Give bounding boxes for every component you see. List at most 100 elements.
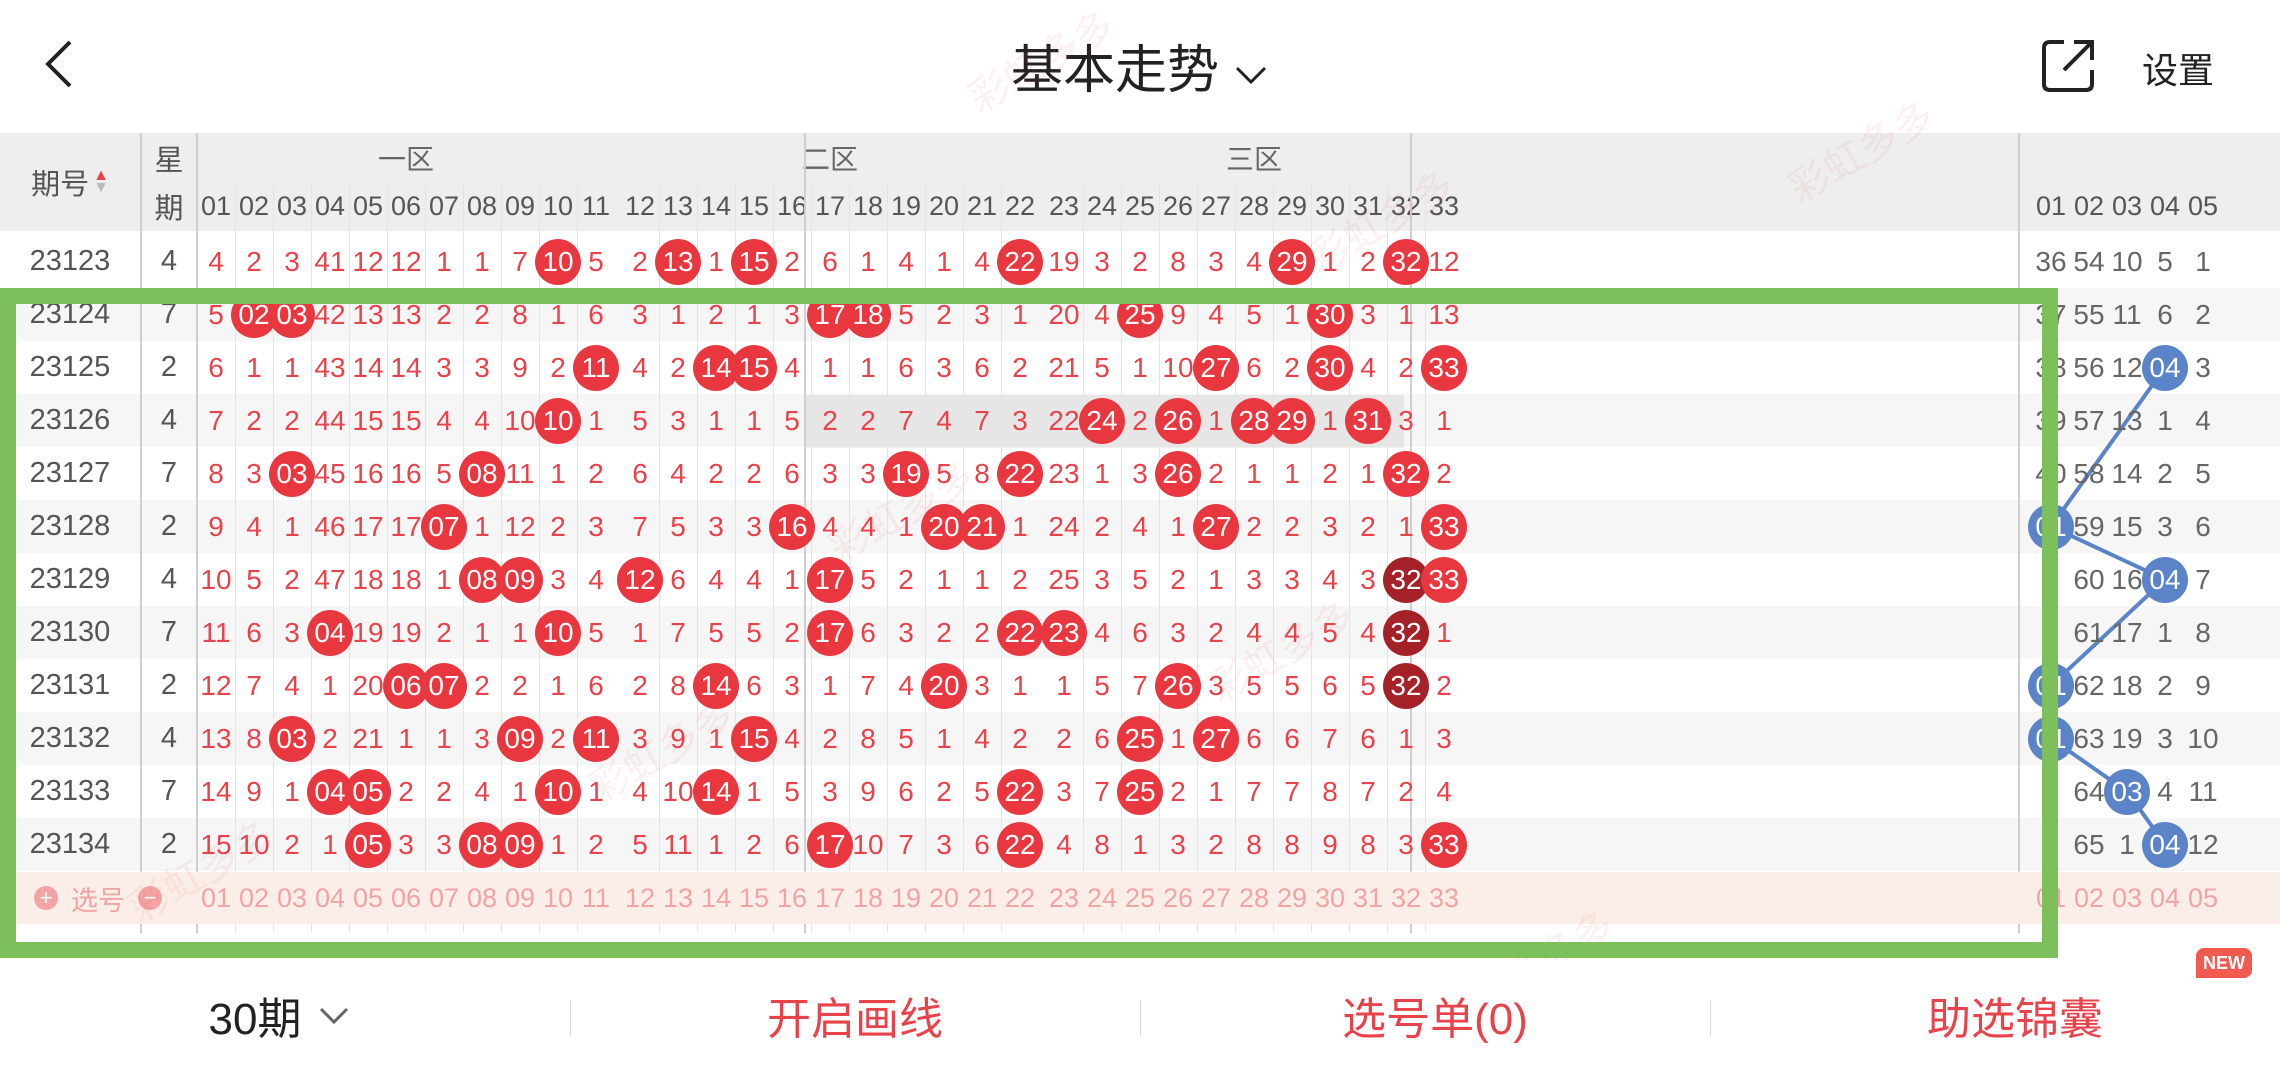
omission-value: 8 [1246, 828, 1262, 860]
issue-column-header[interactable]: 期号 ▲ ▼ [0, 133, 140, 231]
pick-number[interactable]: 18 [849, 872, 887, 924]
drawn-number-ball: 27 [1193, 344, 1239, 391]
pick-number[interactable]: 16 [773, 872, 811, 924]
draw-line-button[interactable]: 开启画线 [700, 980, 1010, 1050]
pick-number[interactable]: 04 [2146, 872, 2184, 924]
omission-value: 2 [1170, 775, 1186, 807]
drawn-number-ball: 22 [997, 821, 1043, 868]
pick-number[interactable]: 07 [425, 872, 463, 924]
number-header: 06 [390, 190, 422, 221]
pick-number[interactable]: 30 [1311, 872, 1349, 924]
pick-number[interactable]: 03 [2108, 872, 2146, 924]
omission-value: 8 [670, 669, 686, 701]
omission-value: 6 [784, 457, 800, 489]
omission-value: 5 [1360, 669, 1376, 701]
omission-value: 14 [390, 351, 422, 383]
omission-value: 7 [1132, 669, 1148, 701]
omission-value: 3 [1360, 563, 1376, 595]
omission-value: 4 [708, 563, 724, 595]
omission-value: 1 [1012, 298, 1028, 330]
omission-value: 21 [352, 722, 384, 754]
omission-value: 3 [398, 828, 414, 860]
pick-number[interactable]: 29 [1273, 872, 1311, 924]
pick-number[interactable]: 32 [1387, 872, 1425, 924]
pick-number[interactable]: 26 [1159, 872, 1197, 924]
pick-number[interactable]: 14 [697, 872, 735, 924]
omission-value: 1 [436, 245, 452, 277]
pick-number[interactable]: 12 [621, 872, 659, 924]
minus-icon[interactable]: − [138, 885, 162, 910]
pick-number[interactable]: 13 [659, 872, 697, 924]
back-number-ball: 03 [2104, 768, 2150, 815]
pick-number[interactable]: 17 [811, 872, 849, 924]
drawn-number-ball: 26 [1155, 662, 1201, 709]
issue-number: 23126 [29, 404, 111, 436]
back-omission-value: 2 [2043, 616, 2059, 648]
pick-number[interactable]: 25 [1121, 872, 1159, 924]
back-number-ball: 04 [2142, 821, 2188, 868]
omission-value: 3 [550, 563, 566, 595]
pick-number[interactable]: 27 [1197, 872, 1235, 924]
pick-number[interactable]: 21 [963, 872, 1001, 924]
back-omission-value: 3 [2195, 351, 2211, 383]
omission-value: 1 [1056, 669, 1072, 701]
omission-value: 17 [352, 510, 384, 542]
period-selector[interactable]: 30期 [150, 980, 410, 1050]
pick-number[interactable]: 02 [2070, 872, 2108, 924]
pick-number[interactable]: 02 [235, 872, 273, 924]
pick-number[interactable]: 04 [311, 872, 349, 924]
pick-number[interactable]: 19 [887, 872, 925, 924]
omission-value: 8 [512, 298, 528, 330]
drawn-number-ball: 17 [807, 821, 853, 868]
drawn-number-ball: 31 [1345, 397, 1391, 444]
helper-button[interactable]: 助选锦囊 [1860, 980, 2170, 1050]
omission-value: 2 [550, 510, 566, 542]
drawn-number-ball: 23 [1041, 609, 1087, 656]
omission-value: 10 [504, 404, 536, 436]
pick-number[interactable]: 05 [349, 872, 387, 924]
pick-number[interactable]: 31 [1349, 872, 1387, 924]
pick-number[interactable]: 24 [1083, 872, 1121, 924]
back-omission-value: 57 [2073, 404, 2105, 436]
number-header: 27 [1200, 190, 1232, 221]
omission-value: 3 [898, 616, 914, 648]
ticket-button[interactable]: 选号单(0) [1280, 980, 1590, 1050]
pick-number[interactable]: 23 [1045, 872, 1083, 924]
pick-number[interactable]: 15 [735, 872, 773, 924]
omission-value: 6 [670, 563, 686, 595]
pick-number[interactable]: 10 [539, 872, 577, 924]
plus-icon[interactable]: + [34, 885, 58, 910]
back-omission-value: 4 [2157, 775, 2173, 807]
pick-number[interactable]: 33 [1425, 872, 1463, 924]
omission-value: 7 [860, 669, 876, 701]
drawn-number-ball: 10 [535, 768, 581, 815]
pick-number[interactable]: 01 [2032, 872, 2070, 924]
pick-number[interactable]: 08 [463, 872, 501, 924]
omission-value: 1 [1094, 457, 1110, 489]
omission-value: 1 [860, 351, 876, 383]
omission-value: 1 [936, 563, 952, 595]
pick-number[interactable]: 01 [197, 872, 235, 924]
back-omission-value: 58 [2073, 457, 2105, 489]
drawn-number-ball: 29 [1269, 397, 1315, 444]
pick-number[interactable]: 03 [273, 872, 311, 924]
drawn-number-ball: 27 [1193, 503, 1239, 550]
number-header: 33 [1428, 190, 1460, 221]
back-omission-value: 5 [2195, 457, 2211, 489]
omission-value: 1 [1398, 510, 1414, 542]
trend-chart-grid[interactable]: 期号 ▲ ▼ 星期一区 二区 三区 01 02 03 04 05 06 07 08 09 10 11 12 13 14… [0, 0, 2280, 1080]
drawn-number-ball: 13 [655, 238, 701, 285]
pick-number[interactable]: 05 [2184, 872, 2222, 924]
omission-value: 6 [588, 298, 604, 330]
back-omission-value: 17 [2111, 616, 2143, 648]
pick-number[interactable]: 09 [501, 872, 539, 924]
omission-value: 1 [284, 351, 300, 383]
pick-number[interactable]: 11 [577, 872, 615, 924]
pick-number[interactable]: 20 [925, 872, 963, 924]
pick-number[interactable]: 06 [387, 872, 425, 924]
pick-number[interactable]: 22 [1001, 872, 1039, 924]
pick-number[interactable]: 28 [1235, 872, 1273, 924]
back-omission-value: 1 [2157, 404, 2173, 436]
number-header: 13 [662, 190, 694, 221]
omission-value: 1 [588, 404, 604, 436]
